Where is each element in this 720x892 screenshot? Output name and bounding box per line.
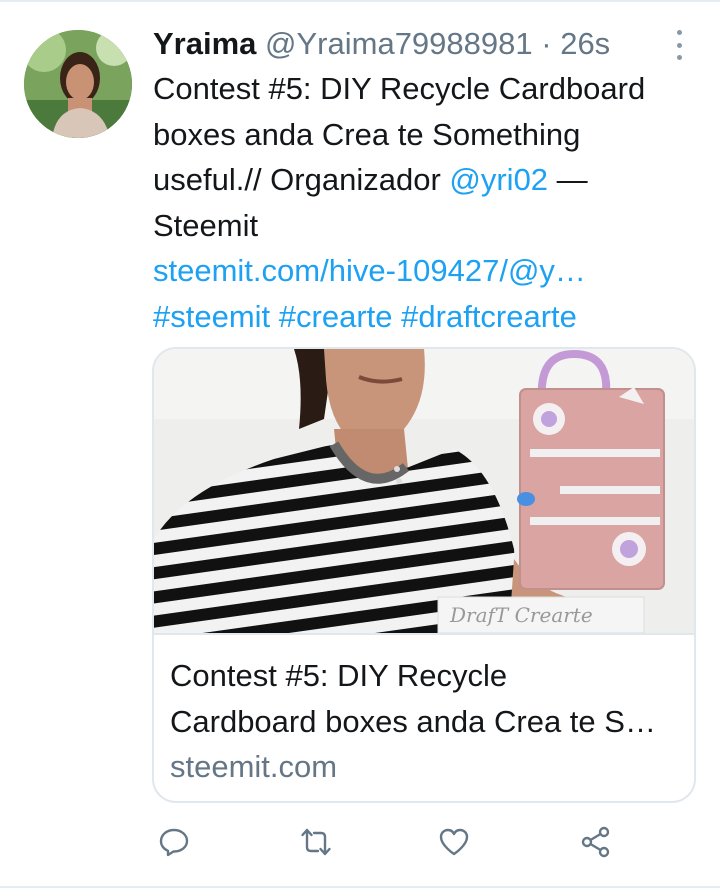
- retweet-button[interactable]: [296, 822, 336, 862]
- top-divider: [0, 0, 720, 2]
- reply-button[interactable]: [154, 822, 194, 862]
- url-link[interactable]: steemit.com/hive-109427/@y…: [153, 248, 693, 294]
- tweet-text-line: useful.// Organizador @yri02 —: [153, 157, 693, 203]
- mention-link[interactable]: @yri02: [449, 162, 548, 197]
- separator-dot: ·: [541, 26, 552, 61]
- tweet-text-line: Steemit: [153, 207, 259, 243]
- hashtag-crearte[interactable]: #crearte: [279, 299, 393, 334]
- share-icon: [581, 826, 610, 858]
- avatar[interactable]: [24, 30, 132, 138]
- hashtag-steemit[interactable]: #steemit: [153, 299, 270, 334]
- link-preview-card[interactable]: DrafT Crearte Contest #5: DIY Recycle Ca…: [152, 347, 696, 803]
- tweet-body: Yraima @Yraima79988981 · 26s Contest #5:…: [153, 22, 693, 339]
- avatar-photo: [24, 30, 132, 138]
- reply-icon: [159, 828, 189, 857]
- card-image: DrafT Crearte: [154, 349, 694, 633]
- like-button[interactable]: [434, 822, 474, 862]
- tweet-header: Yraima @Yraima79988981 · 26s: [153, 22, 693, 66]
- user-handle[interactable]: @Yraima79988981: [265, 26, 533, 61]
- image-caption: DrafT Crearte: [450, 603, 593, 627]
- more-vertical-icon[interactable]: [671, 30, 687, 60]
- tweet-text-line: boxes anda Crea te Something: [153, 116, 581, 152]
- bottom-divider: [0, 886, 720, 888]
- tweet-text-line: Contest #5: DIY Recycle Cardboard: [153, 71, 646, 106]
- hashtag-draftcrearte[interactable]: #draftcrearte: [401, 299, 577, 334]
- hashtag-line: #steemit #crearte #draftcrearte: [153, 294, 693, 340]
- tweet-text-segment: —: [548, 162, 588, 197]
- retweet-icon: [301, 828, 331, 856]
- share-button[interactable]: [576, 822, 616, 862]
- heart-icon: [439, 828, 469, 856]
- card-title: Contest #5: DIY Recycle Cardboard boxes …: [170, 653, 694, 744]
- tweet-text: Contest #5: DIY Recycle Cardboard boxes …: [153, 66, 693, 339]
- tweet-text-segment: useful.// Organizador: [153, 162, 450, 197]
- card-title-line: Cardboard boxes anda Crea te S…: [170, 703, 656, 739]
- tweet-actions: [0, 822, 720, 868]
- card-title-line: Contest #5: DIY Recycle: [170, 658, 508, 693]
- card-domain: steemit.com: [170, 749, 338, 784]
- timestamp[interactable]: 26s: [560, 26, 610, 61]
- card-info: Contest #5: DIY Recycle Cardboard boxes …: [154, 635, 694, 789]
- display-name[interactable]: Yraima: [153, 26, 256, 61]
